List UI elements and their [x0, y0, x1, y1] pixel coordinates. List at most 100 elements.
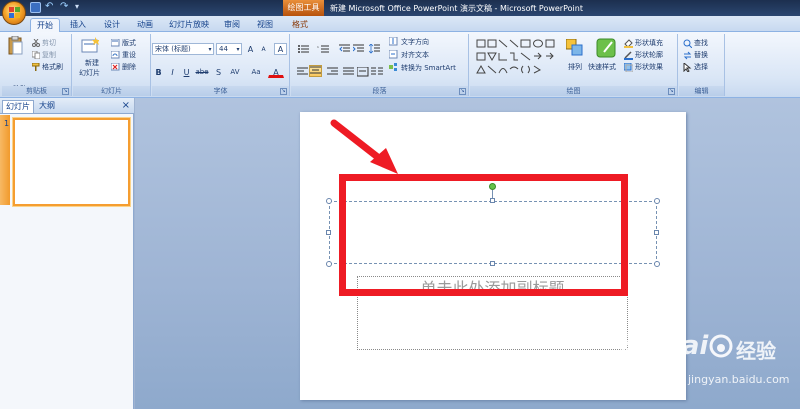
strikethrough-button[interactable]: abe: [194, 66, 210, 78]
annotation-highlight-box: [339, 174, 628, 296]
resize-handle-left[interactable]: [326, 230, 331, 235]
tab-view[interactable]: 视图: [252, 18, 278, 32]
find-button[interactable]: 查找: [694, 38, 708, 48]
font-name-select[interactable]: 宋体 (标题): [152, 43, 214, 55]
watermark-jingyan: 经验: [736, 339, 776, 363]
new-slide-icon: [81, 37, 99, 53]
resize-handle-bottom-right[interactable]: [654, 261, 660, 267]
drawing-group: 排列 快速样式 形状填充 形状轮廓 形状效果 绘图 ↘: [470, 34, 678, 96]
quick-access-toolbar: ↶ ↷ ▾: [30, 2, 86, 13]
slides-pane-tabs: 幻灯片 大纲 ×: [0, 98, 134, 114]
columns-icon[interactable]: [371, 67, 385, 77]
select-button[interactable]: 选择: [694, 62, 708, 72]
tab-slides[interactable]: 幻灯片: [2, 100, 34, 113]
align-left-icon[interactable]: [297, 67, 309, 77]
align-text-button[interactable]: 对齐文本: [401, 50, 429, 60]
drawing-dialog-launcher[interactable]: ↘: [668, 88, 675, 95]
shape-outline-button[interactable]: 形状轮廓: [635, 50, 663, 60]
slide-number: 1: [4, 119, 10, 128]
tab-animations[interactable]: 动画: [131, 18, 159, 32]
clear-format-button[interactable]: A: [274, 43, 287, 55]
office-button[interactable]: [2, 1, 26, 25]
layout-button[interactable]: 版式: [122, 38, 136, 48]
tab-design[interactable]: 设计: [98, 18, 126, 32]
increase-indent-icon[interactable]: [353, 44, 365, 54]
clipboard-group-label: 剪贴板: [2, 86, 71, 96]
delete-slide-icon: [111, 63, 120, 71]
quick-styles-button[interactable]: 快速样式: [588, 62, 616, 72]
format-painter-button[interactable]: 格式刷: [42, 62, 63, 72]
replace-button[interactable]: 替换: [694, 50, 708, 60]
decrease-indent-icon[interactable]: [339, 44, 351, 54]
close-icon[interactable]: ×: [122, 100, 130, 111]
editing-group-label: 编辑: [679, 86, 724, 96]
paragraph-dialog-launcher[interactable]: ↘: [459, 88, 466, 95]
arrange-button[interactable]: 排列: [568, 62, 582, 72]
tab-slideshow[interactable]: 幻灯片放映: [163, 18, 215, 32]
quick-styles-icon: [596, 38, 616, 58]
reset-button[interactable]: 重设: [122, 50, 136, 60]
ribbon: 粘贴 剪切 复制 格式刷 剪贴板 ↘ 新建 幻灯片 版式 重设 删除 幻灯片 宋…: [0, 32, 800, 98]
bullets-icon[interactable]: [297, 44, 311, 54]
selected-slide-marker: [0, 115, 10, 205]
baidu-jingyan-watermark: Bai 经验 jingyan.baidu.com: [618, 325, 800, 409]
layout-icon: [111, 39, 120, 47]
align-center-button[interactable]: [309, 65, 322, 77]
tab-outline[interactable]: 大纲: [36, 100, 58, 113]
resize-handle-top-left[interactable]: [326, 198, 332, 204]
format-painter-icon: [32, 63, 40, 71]
italic-button[interactable]: I: [166, 66, 179, 78]
text-direction-icon: [389, 37, 398, 46]
new-slide-label-1[interactable]: 新建: [85, 58, 99, 68]
slide-thumbnail[interactable]: [13, 118, 130, 206]
convert-smartart-button[interactable]: 转换为 SmartArt: [401, 63, 456, 73]
char-spacing-button[interactable]: AV: [226, 66, 244, 78]
font-dialog-launcher[interactable]: ↘: [280, 88, 287, 95]
new-slide-label-2[interactable]: 幻灯片: [79, 68, 100, 78]
shape-effects-button[interactable]: 形状效果: [635, 62, 663, 72]
text-direction-button[interactable]: 文字方向: [401, 37, 429, 47]
numbering-icon[interactable]: 1: [317, 44, 331, 54]
bold-button[interactable]: B: [152, 66, 165, 78]
justify-icon[interactable]: [343, 67, 355, 77]
shadow-button[interactable]: S: [212, 66, 225, 78]
align-right-icon[interactable]: [327, 67, 339, 77]
copy-icon: [32, 51, 40, 59]
shapes-gallery-icon[interactable]: [476, 39, 556, 79]
baidu-du-paw-icon: [709, 334, 733, 358]
font-name-dropdown-icon[interactable]: ▾: [206, 43, 214, 55]
tab-format[interactable]: 格式: [286, 18, 314, 32]
font-color-button[interactable]: A: [268, 66, 284, 78]
resize-handle-right[interactable]: [654, 230, 659, 235]
customize-qat-icon[interactable]: ▾: [75, 2, 86, 13]
cut-button[interactable]: 剪切: [42, 38, 56, 48]
font-size-dropdown-icon[interactable]: ▾: [234, 43, 242, 55]
resize-handle-top-right[interactable]: [654, 198, 660, 204]
title-bar: ↶ ↷ ▾ 绘图工具 新建 Microsoft Office PowerPoin…: [0, 0, 800, 16]
save-icon[interactable]: [30, 2, 41, 13]
redo-icon[interactable]: ↷: [60, 2, 71, 13]
arrange-icon: [566, 39, 583, 56]
copy-button[interactable]: 复制: [42, 50, 56, 60]
tab-insert[interactable]: 插入: [64, 18, 92, 32]
reset-icon: [111, 51, 120, 59]
office-logo-icon: [9, 7, 20, 19]
font-group-label: 字体: [152, 86, 289, 96]
clipboard-dialog-launcher[interactable]: ↘: [62, 88, 69, 95]
delete-slide-button[interactable]: 删除: [122, 62, 136, 72]
paste-button[interactable]: 粘贴: [6, 35, 27, 93]
slides-group-label: 幻灯片: [73, 86, 150, 96]
line-spacing-icon[interactable]: [369, 44, 381, 54]
change-case-button[interactable]: Aa: [247, 66, 265, 78]
underline-button[interactable]: U: [180, 66, 193, 78]
tab-review[interactable]: 审阅: [219, 18, 245, 32]
scissors-icon: [32, 39, 40, 47]
tab-home[interactable]: 开始: [30, 18, 60, 32]
grow-font-button[interactable]: A: [244, 43, 257, 55]
resize-handle-bottom-left[interactable]: [326, 261, 332, 267]
shape-fill-button[interactable]: 形状填充: [635, 38, 663, 48]
shrink-font-button[interactable]: A: [257, 43, 270, 55]
clipboard-group: 粘贴 剪切 复制 格式刷 剪贴板 ↘: [2, 34, 72, 96]
undo-icon[interactable]: ↶: [45, 2, 56, 13]
distributed-icon[interactable]: [357, 67, 369, 77]
